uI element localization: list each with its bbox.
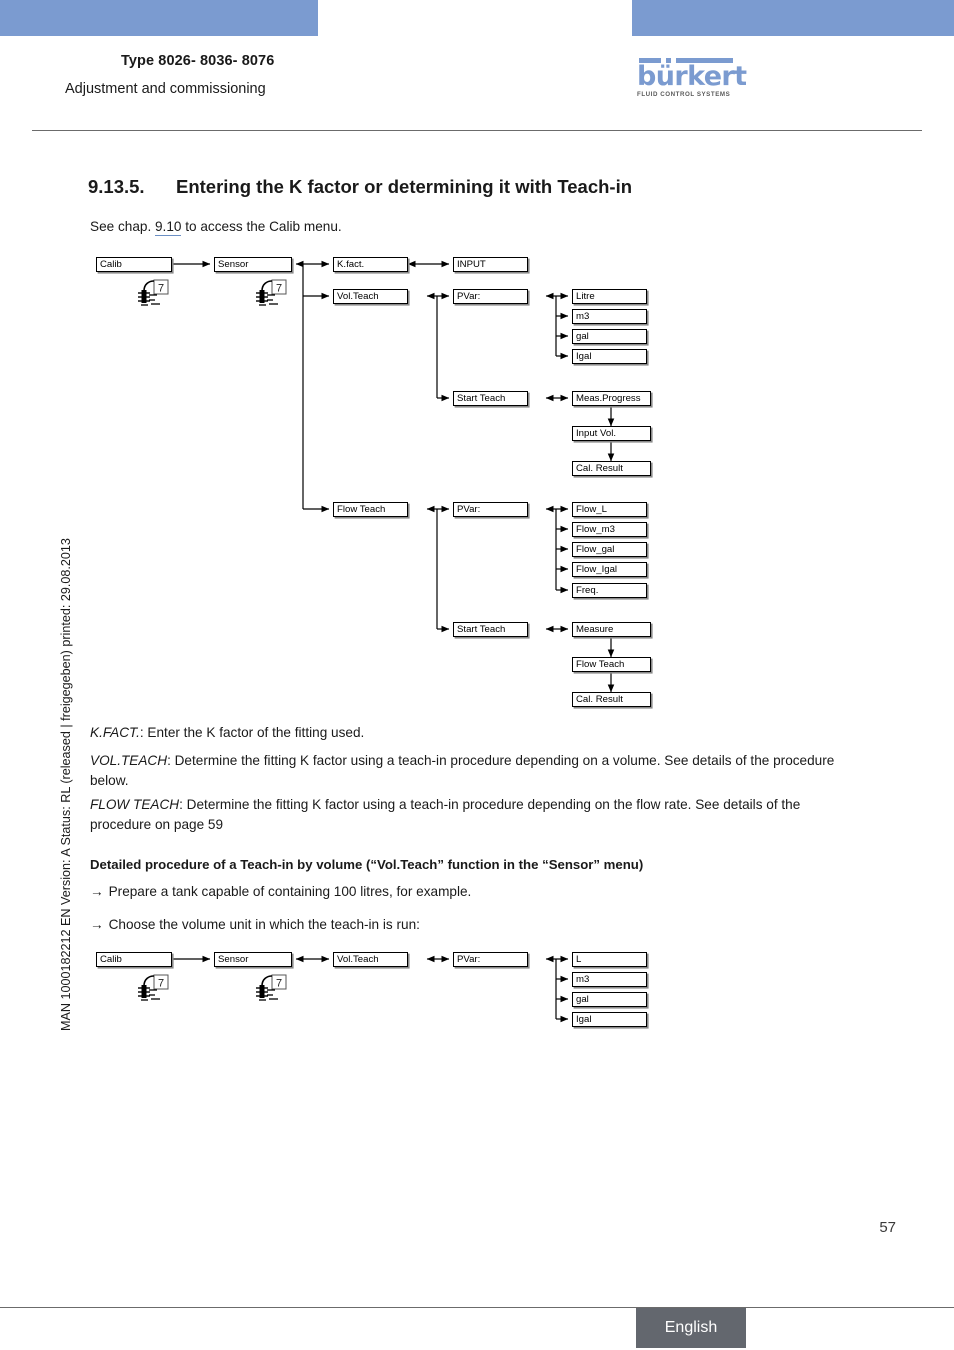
document-subtitle: Adjustment and commissioning <box>65 81 266 97</box>
diagram-connectors-main <box>172 260 615 693</box>
node-vol-teach[interactable]: Vol.Teach <box>333 289 408 304</box>
node-flow-gal[interactable]: Flow_gal <box>572 542 647 557</box>
procedure-step-text: Prepare a tank capable of containing 100… <box>108 884 472 899</box>
svg-text:7: 7 <box>276 978 282 990</box>
footer-divider <box>0 1307 954 1308</box>
node-freq[interactable]: Freq. <box>572 583 647 598</box>
procedure-step-text: Choose the volume unit in which the teac… <box>108 917 420 932</box>
language-badge: English <box>636 1308 746 1348</box>
arrow-bullet-icon: → <box>90 917 104 932</box>
node-pvar-volume[interactable]: PVar: <box>453 289 528 304</box>
svg-text:7: 7 <box>276 283 282 295</box>
node-calib[interactable]: Calib <box>96 952 172 967</box>
section-number: 9.13.5. <box>88 176 145 197</box>
node-cal-result-volume[interactable]: Cal. Result <box>572 461 651 476</box>
arrow-bullet-icon: → <box>90 884 104 899</box>
logo-umlaut-gap-right <box>671 58 676 63</box>
node-input-vol[interactable]: Input Vol. <box>572 426 651 441</box>
svg-text:7: 7 <box>158 978 164 990</box>
node-input[interactable]: INPUT <box>453 257 528 272</box>
node-flow-igal[interactable]: Flow_Igal <box>572 562 647 577</box>
node-kfact[interactable]: K.fact. <box>333 257 408 272</box>
section-title-text: Entering the K factor or determining it … <box>176 176 633 197</box>
node-measure[interactable]: Measure <box>572 622 651 637</box>
press-key-icon: 7 <box>256 279 287 306</box>
menu-structure-diagram-main: Calib Sensor K.fact. INPUT Vol.Teach PVa… <box>0 255 954 710</box>
procedure-step-1: → Prepare a tank capable of containing 10… <box>90 884 870 899</box>
press-key-icon: 7 <box>138 279 169 306</box>
node-unit-litre[interactable]: Litre <box>572 289 647 304</box>
node-flow-teach-result[interactable]: Flow Teach <box>572 657 651 672</box>
paragraph-term: FLOW TEACH <box>90 797 180 812</box>
node-unit-igal[interactable]: Igal <box>572 1012 647 1027</box>
node-flow-l[interactable]: Flow_L <box>572 502 647 517</box>
svg-text:7: 7 <box>158 283 164 295</box>
document-type-title: Type 8026- 8036- 8076 <box>121 53 275 69</box>
node-unit-gal[interactable]: gal <box>572 329 647 344</box>
intro-text-after: to access the Calib menu. <box>181 219 342 234</box>
intro-line: See chap. 9.10 to access the Calib menu. <box>90 219 342 236</box>
detailed-procedure-subheading: Detailed procedure of a Teach-in by volu… <box>90 857 644 872</box>
node-start-teach-volume[interactable]: Start Teach <box>453 391 528 406</box>
paragraph-volteach: VOL.TEACH: Determine the fitting K facto… <box>90 751 862 790</box>
node-meas-progress[interactable]: Meas.Progress <box>572 391 651 406</box>
section-heading: 9.13.5. Entering the K factor or determin… <box>88 176 632 198</box>
paragraph-term: VOL.TEACH <box>90 753 168 768</box>
intro-text-before: See chap. <box>90 219 155 234</box>
header-accent-bar-left <box>0 0 318 36</box>
paragraph-body: : Determine the fitting K factor using a… <box>90 797 801 832</box>
node-pvar-flow[interactable]: PVar: <box>453 502 528 517</box>
paragraph-flowteach: FLOW TEACH: Determine the fitting K fact… <box>90 795 862 834</box>
paragraph-body: : Enter the K factor of the fitting used… <box>139 725 365 740</box>
node-sensor[interactable]: Sensor <box>214 257 292 272</box>
header-accent-bar-right <box>632 0 954 36</box>
page-number: 57 <box>879 1219 896 1236</box>
node-calib[interactable]: Calib <box>96 257 172 272</box>
node-unit-gal[interactable]: gal <box>572 992 647 1007</box>
procedure-step-2: → Choose the volume unit in which the tea… <box>90 917 870 932</box>
chapter-cross-reference-link[interactable]: 9.10 <box>155 219 182 236</box>
node-unit-m3[interactable]: m3 <box>572 309 647 324</box>
burkert-logo: bürkert FLUID CONTROL SYSTEMS <box>637 58 747 99</box>
node-cal-result-flow[interactable]: Cal. Result <box>572 692 651 707</box>
paragraph-term: K.FACT. <box>90 725 140 740</box>
logo-umlaut-gap-left <box>661 58 666 63</box>
node-flow-m3[interactable]: Flow_m3 <box>572 522 647 537</box>
node-unit-m3[interactable]: m3 <box>572 972 647 987</box>
header-divider <box>32 130 922 131</box>
press-key-icon: 7 <box>138 974 169 1001</box>
node-flow-teach[interactable]: Flow Teach <box>333 502 408 517</box>
node-unit-igal[interactable]: Igal <box>572 349 647 364</box>
menu-structure-diagram-volume-unit: Calib Sensor Vol.Teach PVar: L m3 gal Ig… <box>0 950 954 1040</box>
logo-tagline: FLUID CONTROL SYSTEMS <box>637 91 731 99</box>
node-unit-l[interactable]: L <box>572 952 647 967</box>
node-pvar[interactable]: PVar: <box>453 952 528 967</box>
paragraph-body: : Determine the fitting K factor using a… <box>90 753 835 788</box>
paragraph-kfact: K.FACT.: Enter the K factor of the fitti… <box>90 723 862 743</box>
press-key-icon: 7 <box>256 974 287 1001</box>
node-sensor[interactable]: Sensor <box>214 952 292 967</box>
node-start-teach-flow[interactable]: Start Teach <box>453 622 528 637</box>
logo-wordmark: bürkert <box>637 61 747 92</box>
node-vol-teach[interactable]: Vol.Teach <box>333 952 408 967</box>
